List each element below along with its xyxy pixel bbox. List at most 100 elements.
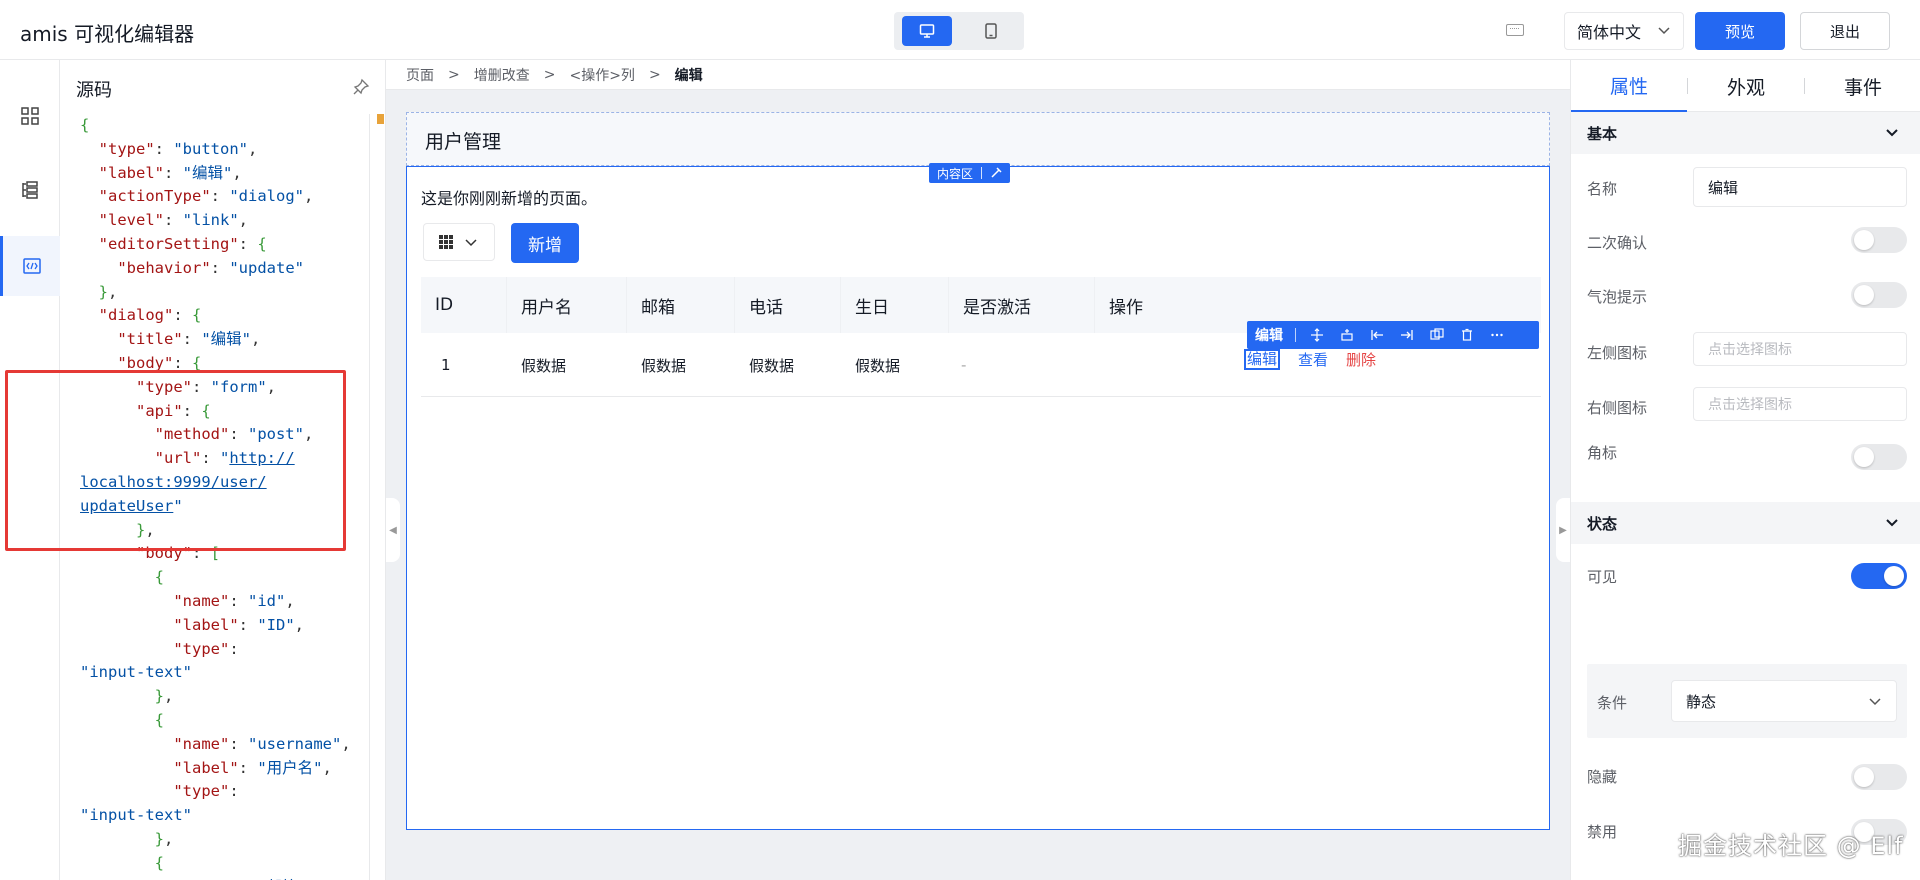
code-token: " xyxy=(173,496,183,515)
code-token: "actionType" xyxy=(98,187,211,206)
delete-action-button[interactable]: 删除 xyxy=(1346,349,1376,370)
code-token: "username" xyxy=(248,734,342,753)
more-icon[interactable] xyxy=(1488,326,1506,344)
keyboard-icon[interactable] xyxy=(1506,24,1524,36)
badge-label: 角标 xyxy=(1587,444,1618,462)
code-panel-tab[interactable] xyxy=(0,236,60,296)
code-token: : xyxy=(164,163,183,182)
confirm-switch[interactable] xyxy=(1851,227,1907,253)
code-token: "level" xyxy=(98,211,164,230)
hidden-switch[interactable] xyxy=(1851,764,1907,790)
column-header-active[interactable]: 是否激活 xyxy=(949,277,1095,333)
code-line: "title": "编辑", xyxy=(80,328,369,352)
code-line: "type": xyxy=(80,780,369,804)
code-line: "body": { xyxy=(80,352,369,376)
section-state-title: 状态 xyxy=(1587,514,1618,533)
brush-icon[interactable] xyxy=(990,167,1002,179)
tab-properties[interactable]: 属性 xyxy=(1571,60,1687,112)
tablet-icon xyxy=(985,23,997,39)
desktop-view-button[interactable] xyxy=(902,16,952,46)
language-select[interactable]: 简体中文 xyxy=(1564,12,1684,50)
badge-switch[interactable] xyxy=(1851,444,1907,470)
breadcrumb-item[interactable]: <操作>列 xyxy=(569,65,634,85)
code-token: { xyxy=(192,353,202,372)
collapse-right-handle[interactable]: ▶ xyxy=(1556,498,1570,562)
column-header-phone[interactable]: 电话 xyxy=(735,277,841,333)
edit-action-button[interactable]: 编辑 xyxy=(1244,349,1281,370)
condition-select[interactable]: 静态 xyxy=(1671,680,1897,722)
breadcrumb: 页面 > 增删改查 > <操作>列 > 编辑 xyxy=(386,60,1570,90)
code-token: : xyxy=(164,211,183,230)
left-icon-input[interactable]: 点击选择图标 xyxy=(1693,332,1907,366)
code-line: "label": "ID", xyxy=(80,614,369,638)
code-token[interactable]: updateUser xyxy=(80,497,173,515)
toolbar-divider xyxy=(1295,328,1296,342)
code-line: "editorSetting": { xyxy=(80,233,369,257)
copy-icon[interactable] xyxy=(1428,326,1446,344)
section-state[interactable]: 状态 xyxy=(1571,502,1920,544)
code-token: : xyxy=(173,353,192,372)
code-token[interactable]: http:// xyxy=(229,449,294,467)
code-line: "type": xyxy=(80,638,369,662)
add-button[interactable]: 新增 xyxy=(511,223,579,263)
mobile-view-button[interactable] xyxy=(966,16,1016,46)
column-header-email[interactable]: 邮箱 xyxy=(627,277,735,333)
breadcrumb-item[interactable]: 增删改查 xyxy=(474,65,530,85)
pin-icon[interactable] xyxy=(352,78,370,96)
component-toolbar: 编辑 xyxy=(1247,321,1539,349)
code-line: "name": "username", xyxy=(80,733,369,757)
content-region[interactable]: 内容区 这是你刚刚新增的页面。 新增 ID 用户名 邮箱 电话 生日 是否激活 … xyxy=(406,163,1550,830)
code-line: "dialog": { xyxy=(80,304,369,328)
chevron-down-icon xyxy=(1886,519,1898,527)
right-icon-input[interactable]: 点击选择图标 xyxy=(1693,387,1907,421)
property-tabs: 属性 外观 事件 xyxy=(1571,60,1920,112)
code-line: updateUser" xyxy=(80,495,369,519)
column-header-username[interactable]: 用户名 xyxy=(507,277,627,333)
code-line: }, xyxy=(80,519,369,543)
code-editor[interactable]: { "type": "button", "label": "编辑", "acti… xyxy=(80,114,370,880)
collapse-left-handle[interactable]: ◀ xyxy=(386,498,400,562)
table-row: 1 假数据 假数据 假数据 假数据 - 编辑 查看 删除 编辑 xyxy=(421,321,1541,397)
cell-phone: 假数据 xyxy=(749,356,795,375)
preview-button[interactable]: 预览 xyxy=(1695,12,1785,50)
region-tag[interactable]: 内容区 xyxy=(929,163,1011,183)
breadcrumb-item[interactable]: 页面 xyxy=(406,65,434,85)
code-line: "level": "link", xyxy=(80,209,369,233)
page-preview[interactable]: 用户管理 内容区 这是你刚刚新增的页面。 新增 ID 用户名 邮箱 电话 生日 xyxy=(406,112,1550,830)
align-right-icon[interactable] xyxy=(1398,326,1416,344)
code-token: "用户名" xyxy=(257,758,323,777)
tooltip-label: 气泡提示 xyxy=(1587,288,1648,306)
outline-panel-tab[interactable] xyxy=(0,160,60,220)
column-toggle-select[interactable] xyxy=(423,223,495,261)
code-token: : xyxy=(229,734,248,753)
hidden-label: 隐藏 xyxy=(1587,768,1618,786)
tooltip-switch[interactable] xyxy=(1851,282,1907,308)
trash-icon[interactable] xyxy=(1458,326,1476,344)
code-line: "method": "post", xyxy=(80,423,369,447)
component-panel-tab[interactable] xyxy=(0,86,60,146)
move-icon[interactable] xyxy=(1308,326,1326,344)
column-header-birthday[interactable]: 生日 xyxy=(841,277,949,333)
tab-appearance[interactable]: 外观 xyxy=(1688,60,1804,112)
visible-switch[interactable] xyxy=(1851,563,1907,589)
section-basic[interactable]: 基本 xyxy=(1571,112,1920,154)
tab-events[interactable]: 事件 xyxy=(1805,60,1920,112)
view-action-button[interactable]: 查看 xyxy=(1298,349,1328,370)
page-header-region[interactable]: 用户管理 xyxy=(406,112,1550,166)
column-header-id[interactable]: ID xyxy=(421,277,507,333)
code-token: : xyxy=(229,782,239,801)
code-token[interactable]: localhost:9999/user/ xyxy=(80,473,267,491)
insert-icon[interactable] xyxy=(1338,326,1356,344)
exit-button[interactable]: 退出 xyxy=(1800,12,1890,50)
align-left-icon[interactable] xyxy=(1368,326,1386,344)
code-token: , xyxy=(285,591,295,610)
name-input[interactable]: 编辑 xyxy=(1693,167,1907,207)
code-token: "button" xyxy=(173,139,248,158)
code-token: { xyxy=(201,401,211,420)
